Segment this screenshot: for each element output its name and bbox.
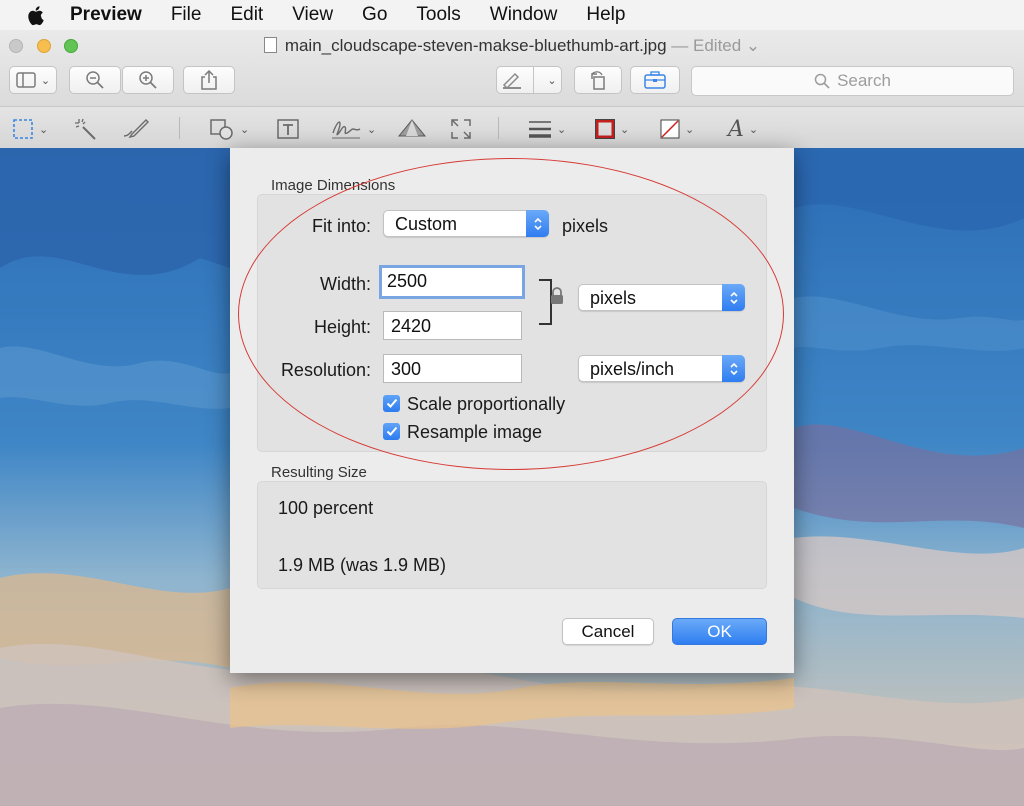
zoom-in-icon	[139, 71, 157, 89]
document-icon[interactable]	[263, 37, 277, 53]
size-unit-value: pixels	[590, 288, 637, 308]
fit-into-label: Fit into:	[311, 216, 371, 236]
sketch-tool-button[interactable]	[122, 117, 150, 141]
fill-color-icon	[660, 119, 680, 139]
chevron-down-icon: ⌄	[367, 123, 377, 136]
resolution-label: Resolution:	[280, 360, 371, 380]
menu-help[interactable]: Help	[586, 4, 625, 26]
selection-tool-button[interactable]: ⌄	[12, 117, 48, 141]
line-style-button[interactable]: ⌄	[528, 117, 566, 141]
menu-view[interactable]: View	[292, 4, 333, 26]
chevron-down-icon: ⌄	[557, 123, 567, 136]
signature-icon	[332, 121, 361, 139]
window-title: main_cloudscape-steven-makse-bluethumb-a…	[0, 36, 1024, 56]
popup-arrows-icon	[722, 355, 745, 382]
text-box-icon	[277, 119, 299, 139]
chevron-down-icon: ⌄	[748, 123, 759, 136]
chevron-down-icon: ⌄	[620, 123, 630, 136]
shapes-button[interactable]: ⌄	[209, 117, 249, 141]
lock-icon[interactable]	[550, 287, 564, 305]
window-filename: main_cloudscape-steven-makse-bluethumb-a…	[284, 36, 667, 55]
scale-proportionally-checkbox[interactable]	[383, 395, 400, 412]
zoom-out-button[interactable]	[69, 66, 121, 94]
popup-arrows-icon	[526, 210, 549, 237]
menu-preview[interactable]: Preview	[70, 4, 142, 26]
shapes-icon	[210, 119, 233, 140]
checkmark-icon	[386, 426, 397, 436]
sidebar-icon	[16, 72, 36, 88]
fill-color-button[interactable]: ⌄	[660, 117, 694, 141]
menu-go[interactable]: Go	[362, 4, 387, 26]
popup-arrows-icon	[722, 284, 745, 311]
result-file-size: 1.9 MB (was 1.9 MB)	[278, 555, 447, 575]
rotate-button[interactable]	[574, 66, 622, 94]
adjust-color-icon	[397, 119, 427, 137]
menu-tools[interactable]: Tools	[416, 4, 460, 26]
instant-alpha-button[interactable]	[74, 117, 98, 141]
chevron-down-icon: ⌄	[547, 74, 557, 87]
chevron-down-icon: ⌄	[685, 123, 695, 136]
toolbox-icon	[644, 71, 666, 89]
rotate-icon	[591, 71, 605, 90]
share-icon	[201, 70, 217, 90]
text-style-icon: A	[728, 116, 744, 142]
height-label: Height:	[313, 317, 371, 337]
adjust-size-button[interactable]	[450, 117, 472, 141]
menu-bar: Preview File Edit View Go Tools Window H…	[0, 0, 1024, 30]
adjust-color-button[interactable]	[397, 117, 427, 141]
zoom-in-button[interactable]	[122, 66, 174, 94]
result-percent: 100 percent	[278, 498, 374, 518]
width-label: Width:	[319, 274, 371, 294]
scale-proportionally-label[interactable]: Scale proportionally	[407, 394, 565, 415]
resolution-unit-value: pixels/inch	[590, 359, 675, 379]
text-style-button[interactable]: A ⌄	[728, 116, 759, 142]
image-dimensions-dialog: Image Dimensions Fit into: Custom pixels…	[230, 148, 794, 673]
toolbox-button[interactable]	[630, 66, 680, 94]
share-button[interactable]	[183, 66, 235, 94]
ok-button[interactable]: OK	[672, 618, 767, 645]
resulting-size-label: Resulting Size	[271, 464, 367, 481]
chevron-down-icon: ⌄	[39, 123, 49, 136]
line-style-icon	[529, 121, 551, 138]
highlighter-icon	[503, 72, 522, 89]
fit-into-select[interactable]: Custom	[383, 210, 549, 237]
image-dimensions-label: Image Dimensions	[271, 177, 396, 194]
sidebar-view-button[interactable]: ⌄	[9, 66, 57, 94]
fit-into-value: Custom	[395, 214, 458, 234]
width-input[interactable]: 2500	[379, 265, 525, 299]
menu-file[interactable]: File	[171, 4, 202, 26]
fit-into-unit: pixels	[562, 216, 609, 236]
text-tool-button[interactable]	[276, 117, 300, 141]
search-icon	[814, 73, 830, 89]
search-placeholder: Search	[837, 71, 891, 90]
menu-window[interactable]: Window	[490, 4, 558, 26]
cancel-button[interactable]: Cancel	[562, 618, 654, 645]
resize-icon	[451, 119, 471, 139]
height-input[interactable]: 2420	[383, 311, 522, 340]
pen-icon	[123, 119, 149, 139]
magic-wand-icon	[75, 118, 96, 140]
chevron-down-icon: ⌄	[40, 74, 51, 87]
border-color-button[interactable]: ⌄	[595, 117, 629, 141]
resolution-input[interactable]: 300	[383, 354, 522, 383]
checkmark-icon	[386, 398, 397, 408]
chevron-down-icon: ⌄	[240, 123, 250, 136]
resolution-unit-select[interactable]: pixels/inch	[578, 355, 745, 382]
zoom-out-icon	[86, 71, 104, 89]
search-field[interactable]: Search	[691, 66, 1014, 96]
apple-menu-icon[interactable]	[0, 5, 70, 26]
highlight-button[interactable]: ⌄	[496, 66, 562, 94]
resample-image-label[interactable]: Resample image	[407, 422, 542, 443]
window-toolbar: main_cloudscape-steven-makse-bluethumb-a…	[0, 30, 1024, 148]
resample-image-checkbox[interactable]	[383, 423, 400, 440]
rectangular-selection-icon	[13, 119, 33, 139]
menu-edit[interactable]: Edit	[230, 4, 263, 26]
signature-button[interactable]: ⌄	[330, 117, 376, 141]
border-color-icon	[595, 119, 615, 139]
size-unit-select[interactable]: pixels	[578, 284, 745, 311]
edited-label[interactable]: — Edited ⌄	[667, 36, 760, 55]
markup-toolbar: ⌄ ⌄ ⌄ ⌄ ⌄ ⌄ A ⌄	[0, 106, 1024, 148]
